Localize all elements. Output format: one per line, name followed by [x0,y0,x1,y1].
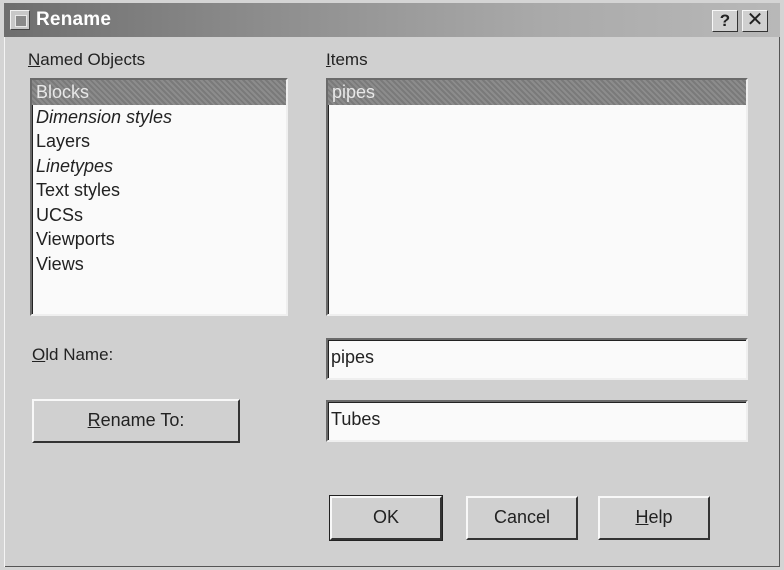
named-objects-label: Named Objects [28,50,146,69]
list-item-blocks[interactable]: Blocks [32,80,286,105]
rename-to-button[interactable]: Rename To: [32,399,240,443]
help-button[interactable]: Help [598,496,710,540]
list-item-viewports[interactable]: Viewports [32,227,286,252]
items-list[interactable]: pipes [326,78,748,316]
list-item-linetypes[interactable]: Linetypes [32,154,286,179]
list-item-pipes[interactable]: pipes [328,80,746,105]
named-objects-list[interactable]: Blocks Dimension styles Layers Linetypes… [30,78,288,316]
list-item-ucss[interactable]: UCSs [32,203,286,228]
list-item-views[interactable]: Views [32,252,286,277]
ok-button[interactable]: OK [329,495,443,541]
cancel-button[interactable]: Cancel [466,496,578,540]
items-label: Items [326,50,368,69]
help-icon[interactable]: ? [712,10,738,32]
close-icon[interactable]: ✕ [742,10,768,32]
app-icon [10,10,30,30]
title-bar[interactable]: Rename ? ✕ [4,3,780,37]
list-item-dimension-styles[interactable]: Dimension styles [32,105,286,130]
old-name-label: Old Name: [32,345,114,364]
list-item-layers[interactable]: Layers [32,129,286,154]
rename-to-input[interactable]: Tubes [326,400,748,442]
old-name-value: pipes [326,338,748,380]
window-title: Rename [36,9,112,30]
list-item-text-styles[interactable]: Text styles [32,178,286,203]
rename-dialog: Rename ? ✕ Named Objects Items Blocks Di… [4,3,780,567]
